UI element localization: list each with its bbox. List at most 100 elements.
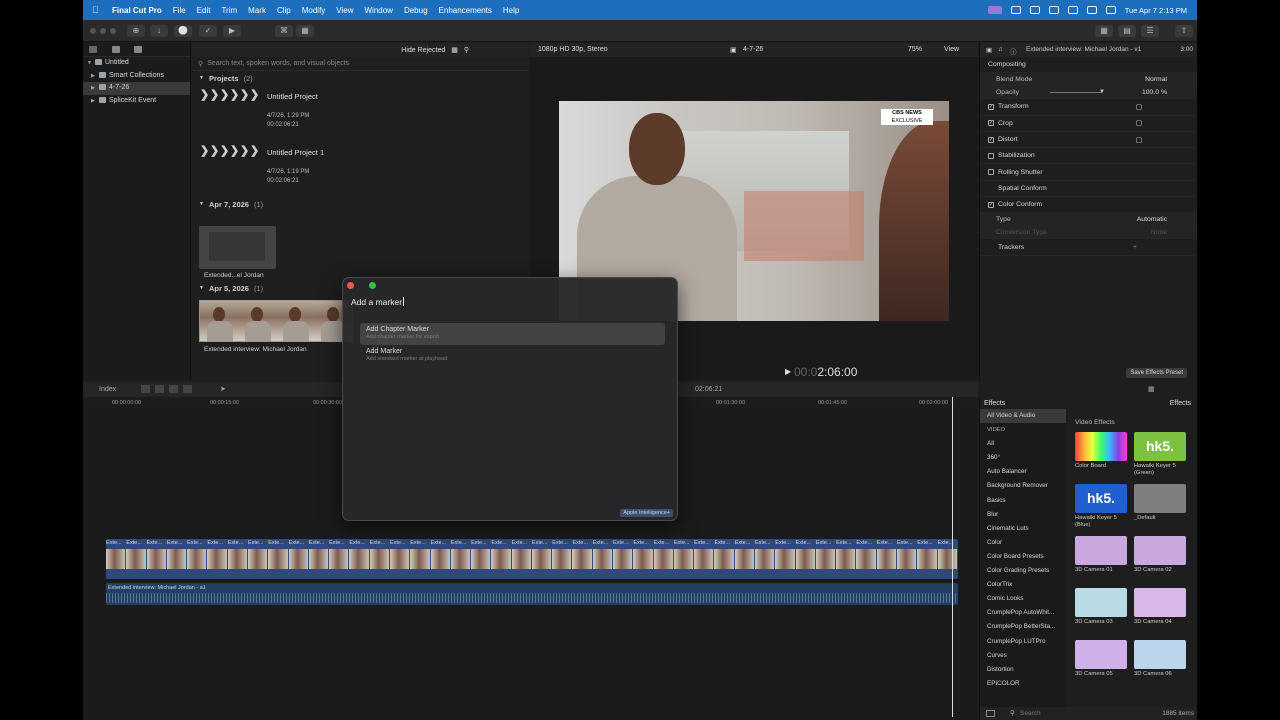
menu-file[interactable]: File [173, 6, 186, 15]
share-export-icon[interactable]: ⇧ [1175, 25, 1193, 37]
disclosure-down-icon[interactable]: ▼ [87, 57, 95, 70]
effect-item[interactable]: Color Board [1075, 432, 1127, 470]
battery-icon[interactable] [1010, 6, 1021, 14]
control-center-icon[interactable] [1105, 6, 1116, 14]
library-item-untitled[interactable]: ▼ Untitled [83, 57, 190, 70]
info-icon[interactable]: ⓘ [1010, 46, 1017, 56]
stabilization-section[interactable]: Stabilization [980, 148, 1197, 165]
slider-knob-icon[interactable]: ▼ [1099, 89, 1105, 95]
effects-search-input[interactable]: Search [1020, 710, 1041, 717]
checkbox-unchecked[interactable] [988, 169, 994, 176]
crop-onscreen-icon[interactable]: ▢ [1136, 119, 1142, 127]
effects-category-item[interactable]: Auto Balancer [980, 465, 1066, 479]
menu-mark[interactable]: Mark [248, 6, 266, 15]
menu-view[interactable]: View [336, 6, 353, 15]
effects-category-item[interactable]: Background Remover [980, 479, 1066, 493]
compositing-section[interactable]: Compositing [980, 57, 1197, 74]
clip-thumbnail[interactable] [199, 226, 276, 269]
grid-icon[interactable]: ▦ [296, 25, 314, 37]
menu-modify[interactable]: Modify [302, 6, 326, 15]
search-icon[interactable] [1086, 6, 1097, 14]
effects-category-item[interactable]: CrumplePop LUTPro [980, 635, 1066, 649]
sidebar-toggle-icon[interactable] [986, 710, 995, 717]
menu-clock[interactable]: Tue Apr 7 2:13 PM [1125, 6, 1187, 15]
film-icon[interactable]: ▣ [986, 46, 992, 54]
opacity-slider[interactable] [1050, 92, 1102, 94]
project-item[interactable]: ❯ ❯ ❯ ❯ ❯ ❯ Untitled Project 1 4/7/26, 1:19 P… [192, 141, 529, 197]
effects-category-item[interactable]: ColorTrix [980, 578, 1066, 592]
filter-popup[interactable]: Hide Rejected [401, 47, 445, 54]
browser-search-bar[interactable]: ⚲ Search text, spoken words, and visual … [192, 57, 529, 71]
library-icon[interactable] [89, 46, 97, 53]
effects-category-item[interactable]: Curves [980, 649, 1066, 663]
share-icon[interactable]: ▶ [223, 25, 241, 37]
effect-item[interactable]: hk5. Hawaiki Keyer 5 (Green) [1134, 432, 1186, 477]
library-item-splicekit-event[interactable]: ▶ SpliceKit Event [83, 95, 190, 108]
menu-clip[interactable]: Clip [277, 6, 291, 15]
disclosure-right-icon[interactable]: ▶ [91, 82, 99, 95]
gear-icon[interactable] [1048, 6, 1059, 14]
disclosure-right-icon[interactable]: ▶ [91, 70, 99, 83]
effects-category-item[interactable]: Distortion [980, 663, 1066, 677]
checkbox-checked[interactable]: ✓ [988, 201, 994, 208]
effects-category-item[interactable]: VIDEO [980, 423, 1066, 437]
type-popup[interactable]: Automatic [1137, 216, 1167, 223]
inspector-toggle-icon[interactable]: ☰ [1141, 25, 1159, 37]
suggestion-add-marker[interactable]: Add Marker Add standard marker at playhe… [360, 345, 665, 367]
command-input[interactable]: Add a marker [351, 297, 405, 307]
keyword-icon[interactable]: ⚪ [174, 25, 192, 37]
effects-category-item[interactable]: Cinematic Luts [980, 522, 1066, 536]
library-item-event-4-7-26[interactable]: ▶ 4-7-26 [83, 82, 190, 95]
insert-clip-icon[interactable] [155, 385, 164, 393]
effects-category-item[interactable]: CrumplePop AutoWhit... [980, 606, 1066, 620]
effects-category-item[interactable]: Basics [980, 494, 1066, 508]
disclosure-down-icon[interactable]: ▼ [199, 201, 204, 207]
command-icon[interactable]: ⌘ [275, 25, 293, 37]
rolling-shutter-section[interactable]: Rolling Shutter [980, 164, 1197, 181]
checkbox-checked[interactable]: ✓ [988, 136, 994, 143]
apple-icon[interactable]:  [92, 5, 104, 15]
menu-window[interactable]: Window [365, 6, 393, 15]
effects-category-item[interactable]: Color [980, 536, 1066, 550]
download-icon[interactable]: ↓ [150, 25, 168, 37]
spatial-conform-section[interactable]: Spatial Conform [980, 181, 1197, 198]
effects-category-item[interactable]: 360° [980, 451, 1066, 465]
audio-icon[interactable]: ♫ [998, 46, 1003, 53]
close-dialog-button[interactable] [347, 282, 354, 289]
project-item[interactable]: ❯ ❯ ❯ ❯ ❯ ❯ Untitled Project 4/7/26, 1:29 PM 0… [192, 85, 529, 141]
distort-section[interactable]: ✓ Distort ▢ [980, 132, 1197, 149]
trackers-section[interactable]: Trackers + [980, 239, 1197, 256]
effects-category-item[interactable]: Color Board Presets [980, 550, 1066, 564]
filmstrip-view-icon[interactable]: ▦ [451, 46, 458, 54]
effects-category-item[interactable]: Comic Looks [980, 592, 1066, 606]
view-popup[interactable]: View [944, 46, 959, 53]
distort-onscreen-icon[interactable]: ▢ [1136, 136, 1142, 144]
effect-item[interactable]: 3D Camera 05 [1075, 640, 1127, 678]
index-button[interactable]: Index [99, 386, 116, 393]
menu-app-name[interactable]: Final Cut Pro [112, 6, 162, 15]
effects-category-item[interactable]: EPICOLOR [980, 677, 1066, 691]
layout-icon[interactable]: ▦ [1095, 25, 1113, 37]
blend-mode-popup[interactable]: Normal [1145, 76, 1167, 83]
transform-onscreen-icon[interactable]: ▢ [1136, 103, 1142, 111]
overwrite-clip-icon[interactable] [183, 385, 192, 393]
effects-category-item[interactable]: CrumplePop BetterSta... [980, 620, 1066, 634]
effects-category-item[interactable]: All [980, 437, 1066, 451]
search-input[interactable]: Search text, spoken words, and visual ob… [207, 60, 349, 67]
opacity-value[interactable]: 100.0 [1142, 89, 1159, 96]
titles-icon[interactable] [134, 46, 142, 53]
display-icon[interactable] [1029, 6, 1040, 14]
close-window-button[interactable] [90, 28, 96, 34]
effects-category-item[interactable]: All Video & Audio [980, 409, 1066, 424]
suggestion-add-chapter-marker[interactable]: Add Chapter Marker Add chapter marker fo… [360, 323, 665, 345]
conversion-type-popup[interactable]: None [1151, 229, 1167, 236]
date-group-header[interactable]: ▼ Apr 7, 2026 (1) [192, 197, 529, 211]
background-tasks-icon[interactable]: ✓ [199, 25, 217, 37]
checkbox-checked[interactable]: ✓ [988, 120, 994, 127]
minimize-window-button[interactable] [100, 28, 106, 34]
add-tracker-icon[interactable]: + [1133, 244, 1137, 251]
zoom-window-button[interactable] [110, 28, 116, 34]
color-conform-section[interactable]: ✓ Color Conform [980, 197, 1197, 214]
photos-icon[interactable] [112, 46, 120, 53]
audio-clip-track[interactable]: Extended interview: Michael Jordan - a1 [106, 583, 958, 605]
